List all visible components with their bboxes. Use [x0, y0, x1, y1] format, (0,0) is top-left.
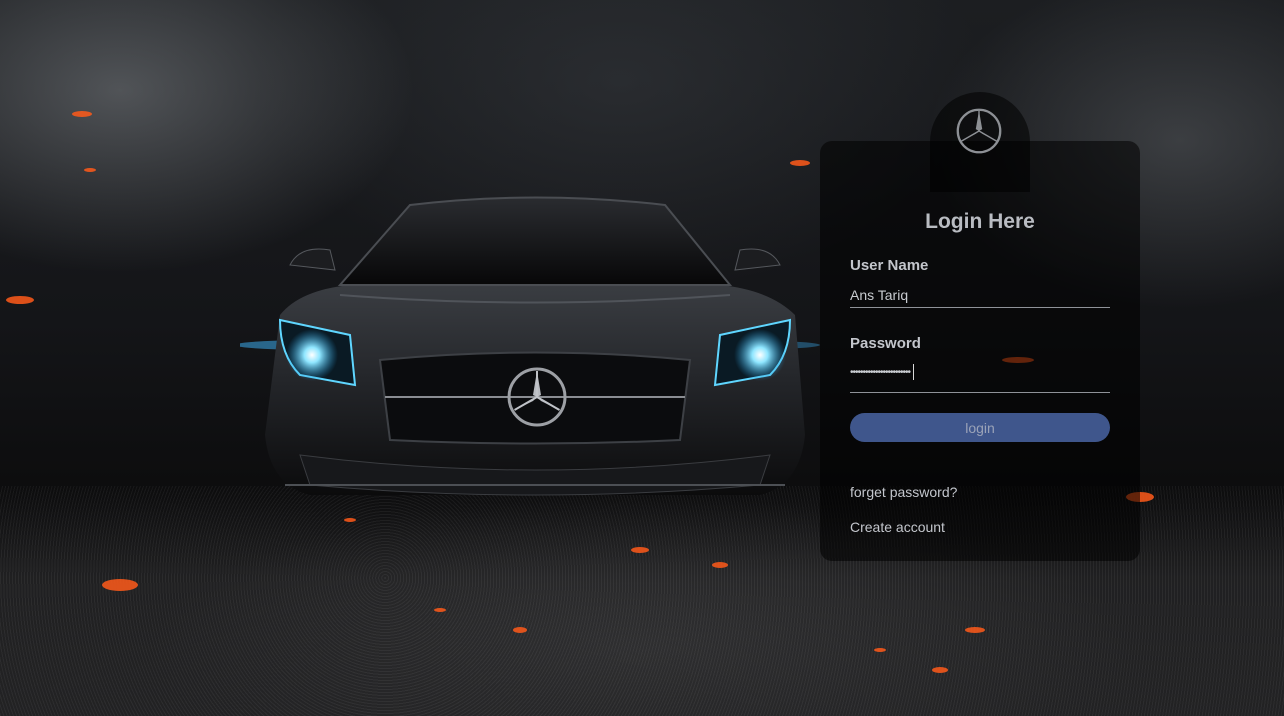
ember [84, 168, 96, 172]
login-title: Login Here [925, 210, 1035, 233]
ember [72, 111, 92, 117]
ember [513, 627, 527, 633]
ember [790, 160, 810, 166]
create-account-link[interactable]: Create account [850, 519, 945, 535]
password-underline [850, 392, 1110, 393]
password-input[interactable]: •••••••••••••••••••••••• [850, 362, 915, 382]
password-mask: •••••••••••••••••••••••• [850, 366, 911, 378]
ember [102, 579, 138, 591]
text-caret [913, 364, 915, 380]
left-mirror [289, 248, 336, 271]
ember [965, 627, 985, 633]
car-illustration [235, 185, 830, 530]
left-headlight-glow [286, 329, 338, 381]
ember [434, 608, 446, 612]
right-mirror [734, 248, 781, 271]
login-page: Login Here User Name Password ••••••••••… [0, 0, 1284, 716]
username-label: User Name [850, 257, 929, 274]
windshield [337, 196, 733, 286]
password-label: Password [850, 335, 921, 352]
ember [932, 667, 948, 673]
right-headlight-glow [734, 329, 786, 381]
forgot-password-link[interactable]: forget password? [850, 484, 957, 500]
brand-logo-icon [956, 108, 1002, 154]
ember [712, 562, 728, 568]
ember [874, 648, 886, 652]
login-button[interactable]: login [850, 413, 1110, 442]
ember [631, 547, 649, 553]
username-input[interactable] [850, 283, 1110, 308]
ember [6, 296, 34, 304]
